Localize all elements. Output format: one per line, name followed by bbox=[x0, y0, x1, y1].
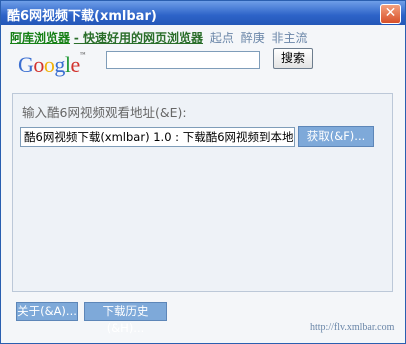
video-url-input[interactable]: 酷6网视频下载(xmlbar) 1.0 : 下载酷6网视频到本地 bbox=[20, 127, 295, 147]
link-zuigeng[interactable]: 醉庚 bbox=[241, 31, 265, 45]
title-bar: 酷6网视频下载(xmlbar) ✕ bbox=[1, 1, 405, 25]
about-button[interactable]: 关于(&A)... bbox=[16, 302, 78, 321]
link-qidian[interactable]: 起点 bbox=[210, 31, 234, 45]
google-logo-letter: e bbox=[70, 52, 81, 77]
google-logo-letter: o bbox=[33, 52, 44, 77]
download-history-button[interactable]: 下载历史(&H)... bbox=[84, 302, 167, 335]
site-link[interactable]: http://flv.xmlbar.com bbox=[310, 322, 394, 333]
google-logo-letter: o bbox=[43, 52, 55, 77]
promo-links: 阿库浏览器 - 快速好用的网页浏览器 起点 醉庚 非主流 bbox=[10, 29, 308, 46]
browser-tagline-link[interactable]: - 快速好用的网页浏览器 bbox=[74, 31, 203, 45]
trademark-mark: ™ bbox=[79, 52, 86, 58]
url-label: 输入酷6网视频观看地址(&E): bbox=[22, 105, 187, 120]
google-logo: Google™ bbox=[18, 52, 86, 78]
fetch-button[interactable]: 获取(&F)... bbox=[298, 126, 374, 147]
url-groupbox bbox=[12, 93, 393, 292]
google-search-input[interactable] bbox=[106, 51, 260, 69]
google-logo-letter: g bbox=[54, 52, 65, 77]
close-icon[interactable]: ✕ bbox=[380, 4, 401, 24]
google-logo-letter: G bbox=[18, 52, 34, 77]
window-title: 酷6网视频下载(xmlbar) bbox=[7, 9, 157, 24]
search-button[interactable]: 搜索 bbox=[273, 48, 313, 69]
browser-link[interactable]: 阿库浏览器 bbox=[10, 31, 70, 45]
link-feizhuliu[interactable]: 非主流 bbox=[272, 31, 308, 45]
